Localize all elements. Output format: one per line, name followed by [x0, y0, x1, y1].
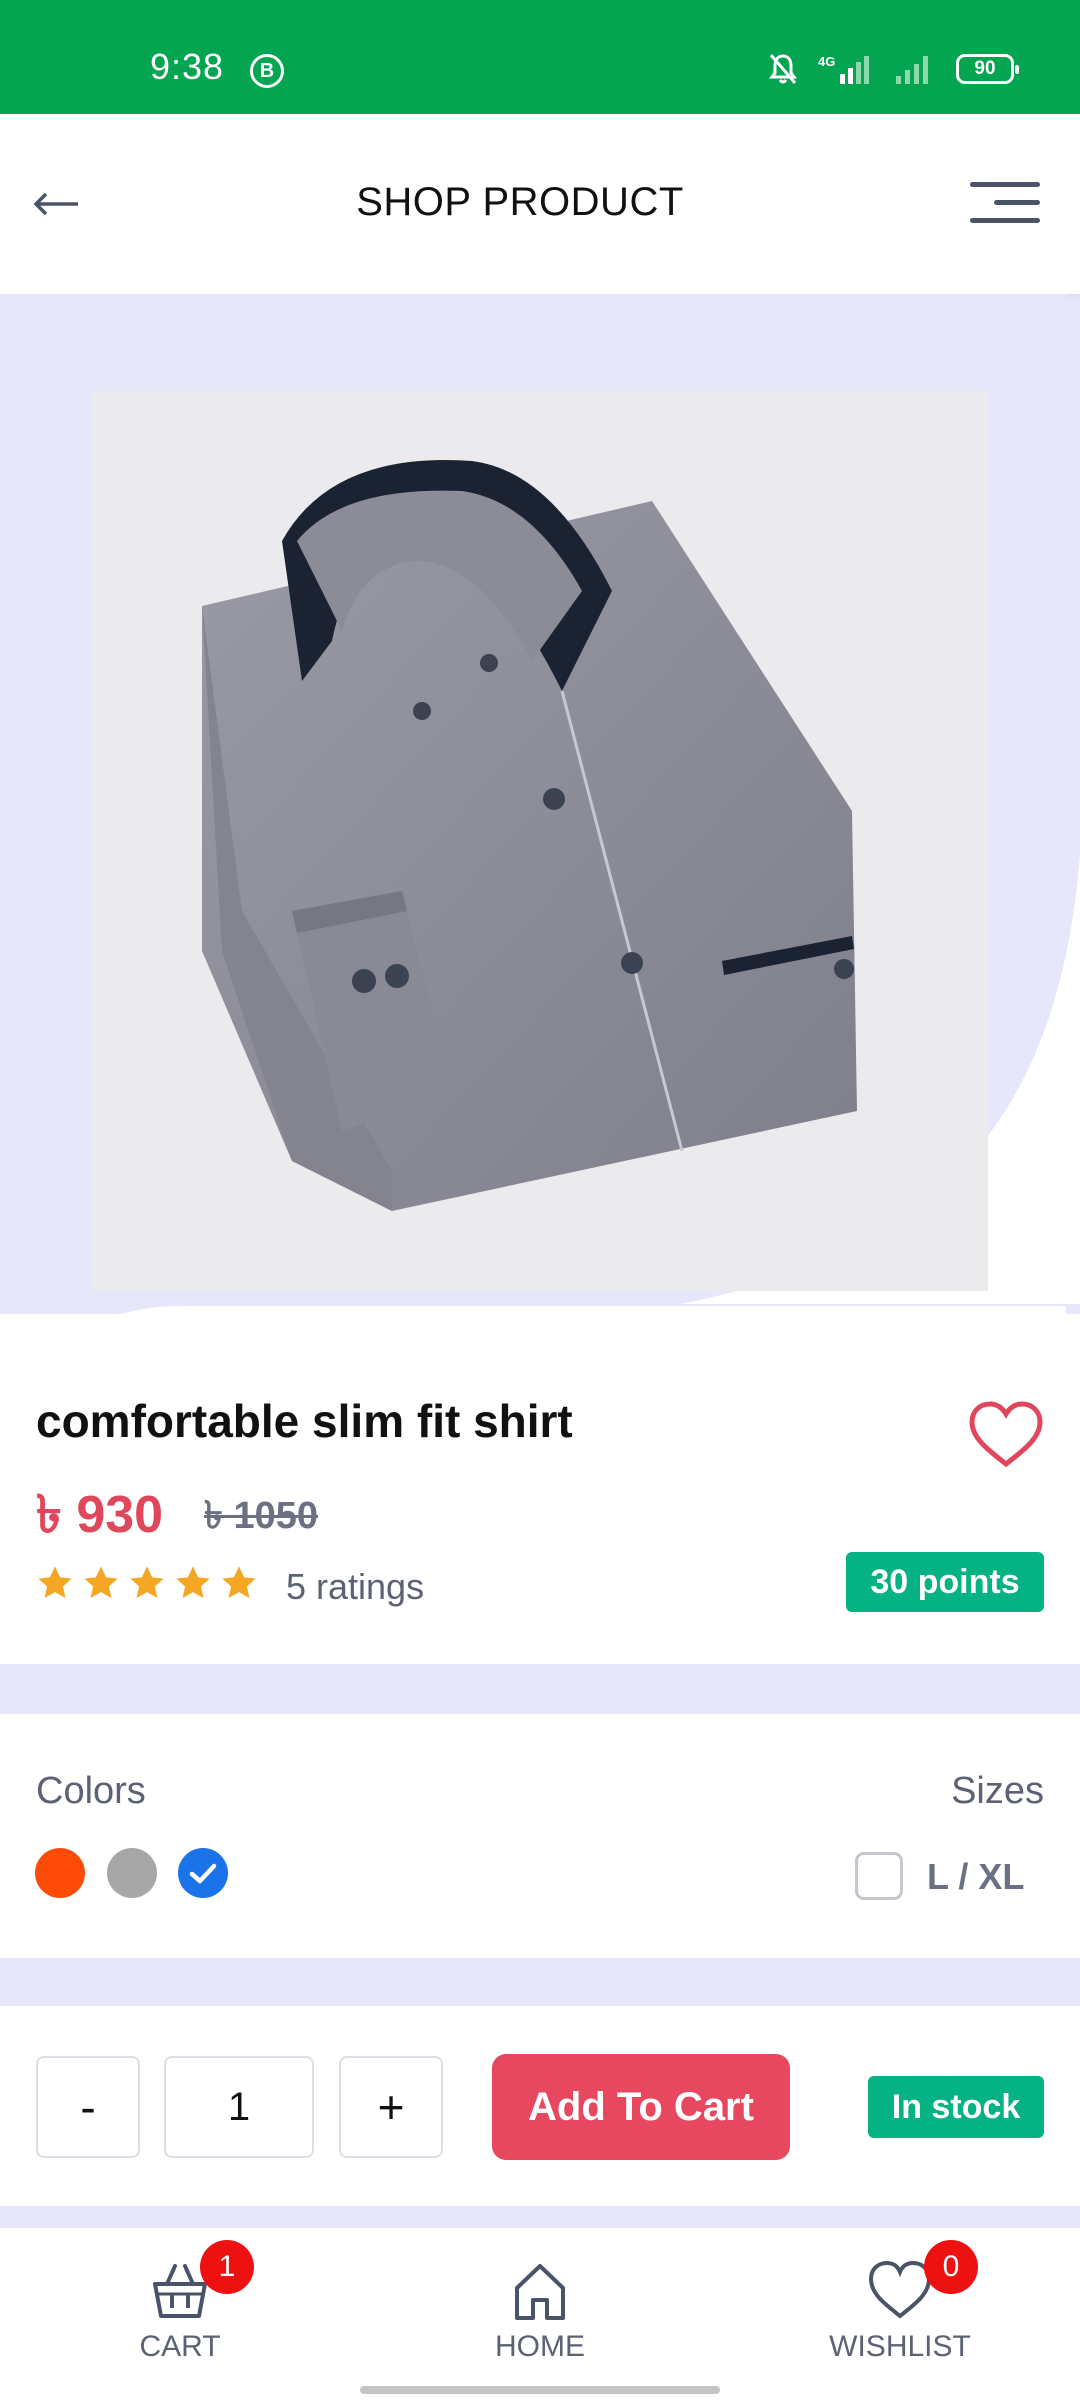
- bottom-nav: CART 1 HOME WISHLIST 0: [0, 2226, 1080, 2400]
- product-info: comfortable slim fit shirt ৳ 930 ৳ 1050 …: [0, 1314, 1080, 1664]
- battery-icon: 90: [956, 54, 1019, 84]
- home-icon: [515, 2264, 565, 2320]
- product-name: comfortable slim fit shirt: [36, 1395, 573, 1447]
- star-icon: [176, 1566, 210, 1599]
- menu-button[interactable]: [970, 174, 1040, 230]
- stock-badge: In stock: [868, 2076, 1044, 2138]
- size-label: L / XL: [927, 1856, 1025, 1897]
- wishlist-count-badge: 0: [924, 2240, 978, 2294]
- signal-4g-icon: 4G: [818, 54, 869, 84]
- status-b-icon: B: [250, 54, 284, 88]
- wishlist-heart-button[interactable]: [968, 1400, 1044, 1470]
- decrease-quantity-button[interactable]: -: [36, 2056, 140, 2158]
- nav-home-label: HOME: [495, 2330, 585, 2363]
- color-swatch-orange[interactable]: [35, 1848, 85, 1898]
- rating-stars: [36, 1564, 258, 1602]
- status-time: 9:38: [150, 46, 225, 87]
- color-swatch-blue-selected[interactable]: [178, 1848, 228, 1898]
- quantity-field[interactable]: 1: [164, 2056, 314, 2158]
- increase-quantity-button[interactable]: +: [339, 2056, 443, 2158]
- hero-curve: [0, 1306, 1066, 1314]
- product-options: Colors Sizes L / XL: [0, 1714, 1080, 1958]
- app-bar: SHOP PRODUCT: [0, 114, 1080, 294]
- status-icons: 4G 90: [768, 52, 1019, 86]
- product-image[interactable]: [92, 391, 988, 1291]
- nav-home[interactable]: HOME: [440, 2258, 640, 2378]
- nav-cart-label: CART: [139, 2330, 221, 2363]
- menu-bar-icon: [994, 200, 1040, 205]
- shirt-photo-icon: [92, 391, 988, 1291]
- home-indicator: [360, 2386, 720, 2394]
- star-icon: [38, 1566, 72, 1599]
- size-checkbox[interactable]: [855, 1852, 903, 1900]
- nav-wishlist[interactable]: WISHLIST 0: [800, 2240, 1000, 2378]
- svg-text:4G: 4G: [818, 54, 835, 69]
- cart-count-badge: 1: [200, 2240, 254, 2294]
- menu-bar-icon: [970, 218, 1040, 223]
- nav-cart[interactable]: CART 1: [80, 2240, 280, 2378]
- star-icon: [130, 1566, 164, 1599]
- color-swatch-gray[interactable]: [107, 1848, 157, 1898]
- price: ৳ 930: [36, 1486, 164, 1544]
- check-icon: [189, 1863, 217, 1884]
- ratings-count: 5 ratings: [286, 1566, 425, 1607]
- menu-bar-icon: [970, 182, 1040, 187]
- star-icon: [222, 1566, 256, 1599]
- signal-icon: [896, 56, 928, 84]
- star-icon: [84, 1566, 118, 1599]
- old-price: ৳ 1050: [204, 1495, 319, 1537]
- points-badge: 30 points: [846, 1552, 1044, 1612]
- heart-icon: [969, 1401, 1043, 1468]
- colors-label: Colors: [36, 1770, 146, 1812]
- status-bar: 9:38 B 4G 90: [0, 0, 1080, 114]
- mute-bell-icon: [769, 54, 797, 84]
- page-title: SHOP PRODUCT: [356, 180, 684, 224]
- purchase-row: - 1 + Add To Cart In stock: [0, 2006, 1080, 2206]
- add-to-cart-button[interactable]: Add To Cart: [492, 2054, 790, 2160]
- nav-wishlist-label: WISHLIST: [829, 2330, 971, 2363]
- sizes-label: Sizes: [951, 1770, 1044, 1812]
